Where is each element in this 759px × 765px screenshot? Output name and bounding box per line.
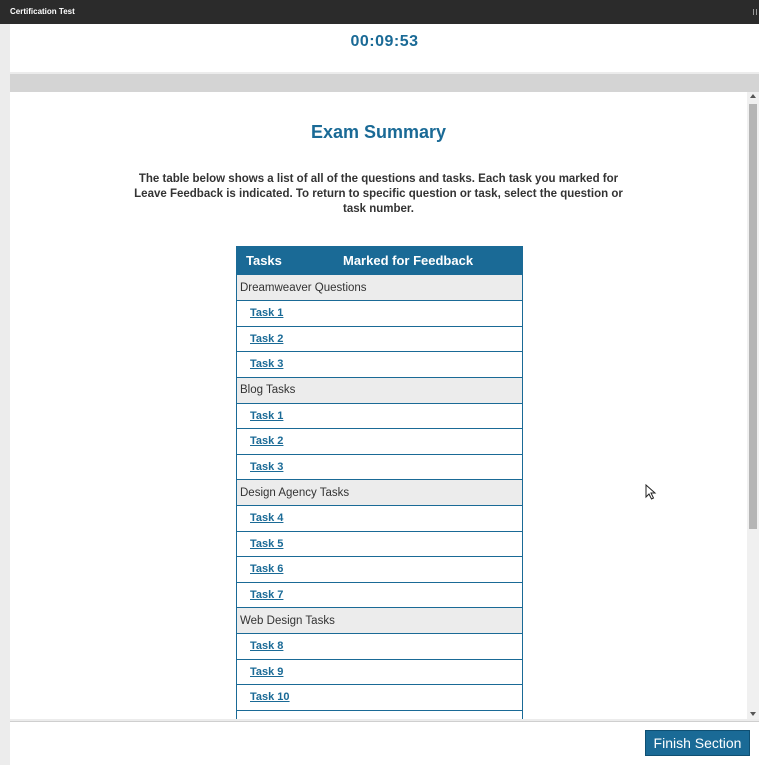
mouse-cursor-icon: [645, 484, 657, 500]
table-header: Tasks Marked for Feedback: [237, 246, 522, 274]
column-header-tasks: Tasks: [246, 252, 282, 268]
page-title: Exam Summary: [310, 122, 447, 142]
table-row: Task 3: [237, 351, 522, 377]
table-row: [237, 709, 522, 719]
table-row: Task 5: [237, 530, 522, 556]
timer-bar: 00:09:53: [10, 24, 759, 72]
window-titlebar: Certification Test: [0, 0, 759, 24]
table-row: Task 2: [237, 428, 522, 454]
section-row: Blog Tasks: [237, 376, 522, 403]
app-frame: Certification Test 00:09:53 Exam Summary…: [0, 0, 759, 765]
table-row: Task 10: [237, 684, 522, 710]
task-link[interactable]: Task 5: [250, 538, 283, 550]
countdown-timer: 00:09:53: [350, 33, 419, 50]
table-row: Task 3: [237, 453, 522, 479]
footer-bar: Finish Section: [10, 721, 759, 765]
task-link[interactable]: Task 2: [250, 435, 283, 447]
table-row: Task 2: [237, 325, 522, 351]
section-row: Design Agency Tasks: [237, 479, 522, 505]
task-link[interactable]: Task 10: [250, 691, 290, 703]
window-grip-icon[interactable]: [753, 9, 757, 15]
table-row: Task 9: [237, 658, 522, 684]
summary-table: Tasks Marked for Feedback Dreamweaver Qu…: [236, 246, 523, 719]
task-link[interactable]: Task 2: [250, 333, 283, 345]
section-row: Web Design Tasks: [237, 607, 522, 633]
summary-instructions: The table below shows a list of all of t…: [134, 173, 623, 215]
summary-content: Exam Summary The table below shows a lis…: [10, 92, 747, 719]
task-link[interactable]: Task 3: [250, 358, 283, 370]
scroll-up-arrow-icon[interactable]: [750, 94, 756, 98]
window-title: Certification Test: [10, 7, 75, 16]
task-link[interactable]: Task 4: [250, 512, 283, 524]
table-row: Task 4: [237, 505, 522, 531]
toolbar-strip: [10, 74, 759, 92]
scroll-down-arrow-icon[interactable]: [750, 712, 756, 716]
task-link[interactable]: Task 8: [250, 640, 283, 652]
table-row: Task 8: [237, 633, 522, 659]
task-link[interactable]: Task 6: [250, 563, 283, 575]
task-link[interactable]: Task 1: [250, 410, 283, 422]
table-row: Task 1: [237, 300, 522, 326]
task-link[interactable]: Task 3: [250, 461, 283, 473]
table-row: Task 1: [237, 402, 522, 428]
table-row: Task 6: [237, 556, 522, 582]
table-row: Task 7: [237, 581, 522, 607]
vertical-scrollbar[interactable]: [747, 92, 759, 719]
task-link[interactable]: Task 9: [250, 666, 283, 678]
task-link[interactable]: Task 1: [250, 307, 283, 319]
scrollbar-thumb[interactable]: [749, 104, 757, 529]
section-row: Dreamweaver Questions: [237, 274, 522, 300]
column-header-marked: Marked for Feedback: [343, 252, 474, 268]
task-link[interactable]: Task 7: [250, 589, 283, 601]
finish-section-button[interactable]: Finish Section: [645, 730, 750, 756]
